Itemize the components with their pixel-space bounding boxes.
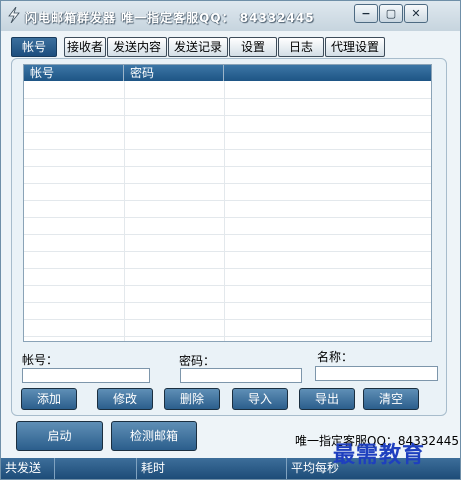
table-row xyxy=(24,183,431,184)
account-label: 帐号： xyxy=(22,353,59,367)
tab-receivers[interactable]: 接收者 xyxy=(64,37,106,57)
table-row xyxy=(24,217,431,218)
watermark-text: 最需教育 xyxy=(333,442,426,468)
status-cell-blank xyxy=(55,458,137,479)
close-button[interactable]: ✕ xyxy=(404,4,428,23)
tab-logs[interactable]: 日志 xyxy=(278,37,324,57)
account-table[interactable]: 帐号 密码 xyxy=(23,64,432,342)
table-row xyxy=(24,268,431,269)
column-header-account[interactable]: 帐号 xyxy=(24,65,124,81)
delete-button[interactable]: 删除 xyxy=(164,388,220,410)
import-button[interactable]: 导入 xyxy=(232,388,288,410)
add-button[interactable]: 添加 xyxy=(21,388,77,410)
table-row xyxy=(24,200,431,201)
name-field[interactable] xyxy=(315,366,438,381)
table-row xyxy=(24,319,431,320)
table-header: 帐号 密码 xyxy=(24,65,431,81)
status-elapsed: 耗时 xyxy=(137,458,287,479)
table-row xyxy=(24,166,431,167)
start-button[interactable]: 启动 xyxy=(16,421,103,451)
tab-settings[interactable]: 设置 xyxy=(229,37,277,57)
tab-send-log[interactable]: 发送记录 xyxy=(168,37,228,57)
lightning-app-icon xyxy=(8,7,20,23)
table-row xyxy=(24,336,431,337)
password-label: 密码： xyxy=(179,354,216,368)
table-row xyxy=(24,302,431,303)
tab-send-content[interactable]: 发送内容 xyxy=(107,37,167,57)
restore-button[interactable]: ▢ xyxy=(379,4,403,23)
status-total-sent: 共发送 xyxy=(1,458,55,479)
name-label: 名称： xyxy=(317,350,354,364)
table-row xyxy=(24,149,431,150)
account-field[interactable] xyxy=(22,368,150,383)
clear-button[interactable]: 清空 xyxy=(363,388,419,410)
table-row xyxy=(24,132,431,133)
title-bar: 闪电邮箱群发器 唯一指定客服QQ： 84332445 − ▢ ✕ xyxy=(1,1,460,31)
password-field[interactable] xyxy=(180,368,302,383)
edit-button[interactable]: 修改 xyxy=(97,388,153,410)
export-button[interactable]: 导出 xyxy=(299,388,355,410)
table-row xyxy=(24,98,431,99)
tab-proxy-settings[interactable]: 代理设置 xyxy=(325,37,385,57)
table-row xyxy=(24,251,431,252)
tab-account[interactable]: 帐号 xyxy=(11,37,57,57)
table-row xyxy=(24,115,431,116)
app-window: 闪电邮箱群发器 唯一指定客服QQ： 84332445 − ▢ ✕ 帐号 接收者 … xyxy=(0,0,461,480)
minimize-button[interactable]: − xyxy=(354,4,378,23)
table-row xyxy=(24,234,431,235)
column-header-password[interactable]: 密码 xyxy=(124,65,224,81)
account-panel: 帐号 密码 帐号： 密码： 名称： 添加 修改 删除 导入 导出 清空 xyxy=(11,58,447,416)
window-title: 闪电邮箱群发器 唯一指定客服QQ： 84332445 xyxy=(25,11,315,25)
table-row xyxy=(24,285,431,286)
check-mailbox-button[interactable]: 检测邮箱 xyxy=(111,421,197,451)
